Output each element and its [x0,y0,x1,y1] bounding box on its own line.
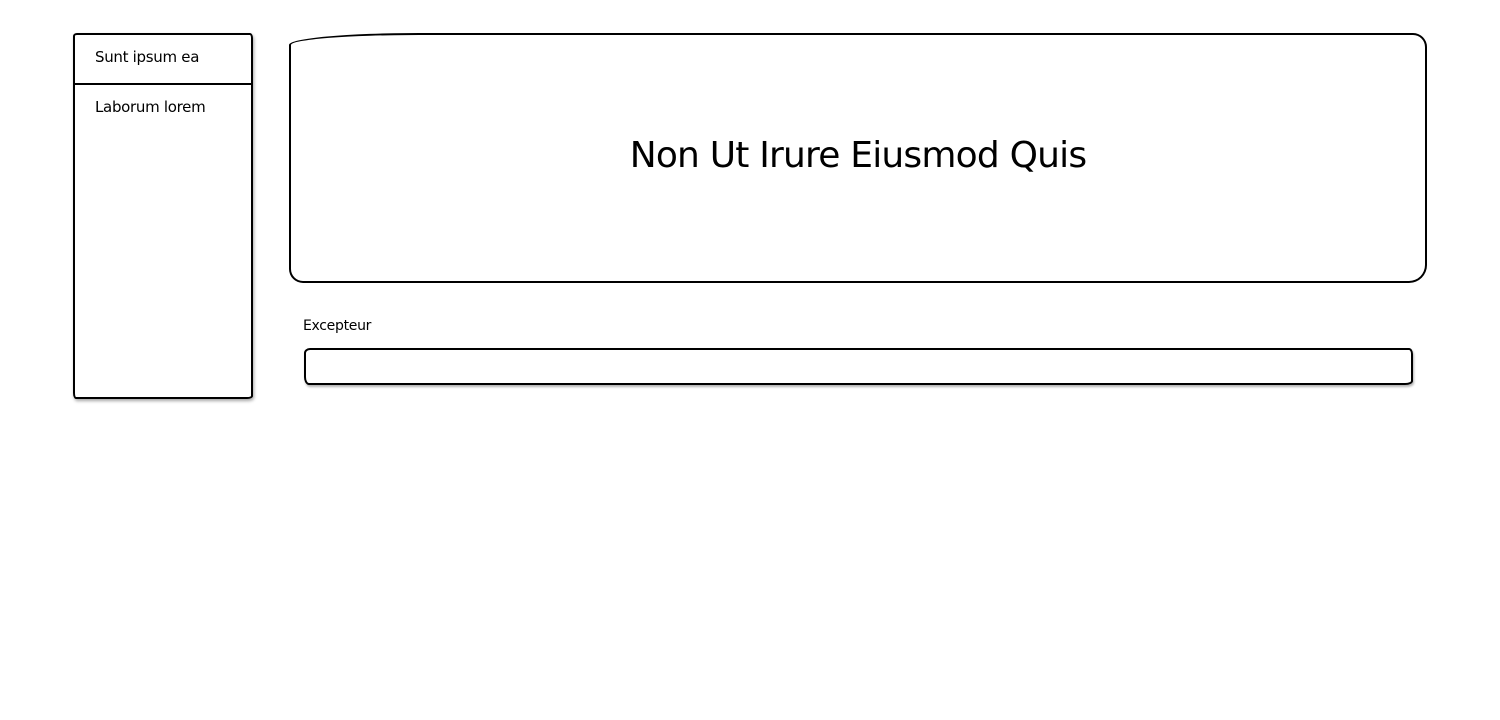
text-input-field[interactable] [304,348,1413,385]
hero-banner: Non Ut Irure Eiusmod Quis [289,33,1427,283]
field-label: Excepteur [303,318,372,334]
sidebar-nav: Sunt ipsum ea Laborum lorem [73,33,253,399]
sidebar-item-laborum-lorem[interactable]: Laborum lorem [75,83,251,131]
page-title: Non Ut Irure Eiusmod Quis [629,134,1087,176]
sidebar-item-sunt-ipsum-ea[interactable]: Sunt ipsum ea [75,35,251,83]
